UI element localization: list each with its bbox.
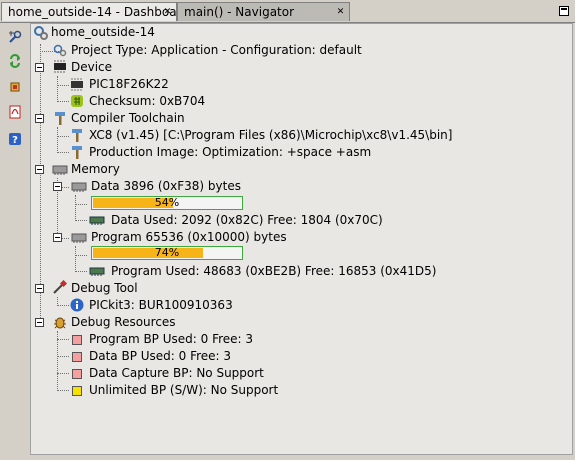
- tab-navigator[interactable]: main() - Navigator ✕: [177, 2, 350, 21]
- pdf-icon[interactable]: [8, 105, 22, 119]
- toolchain-group-label[interactable]: Compiler Toolchain: [71, 110, 185, 127]
- checksum-icon: [69, 93, 85, 109]
- tab-dashboard-label: home_outside-14 - Dashboard: [8, 5, 189, 19]
- project-type-label[interactable]: Project Type: Application - Configuratio…: [71, 42, 362, 59]
- device-chip-icon: [69, 76, 85, 92]
- tree-root-label[interactable]: home_outside-14: [51, 24, 155, 41]
- program-bp-status-icon: [72, 335, 82, 345]
- collapse-debug-resources-toggle[interactable]: [35, 318, 44, 327]
- data-memory-percent: 54%: [154, 196, 180, 209]
- data-used-label[interactable]: Data Used: 2092 (0x82C) Free: 1804 (0x70…: [111, 212, 383, 229]
- close-icon[interactable]: ✕: [163, 8, 172, 17]
- program-memory-usage-bar: 74%: [91, 246, 243, 260]
- dashboard-tree-panel: home_outside-14 Project Type: Applicatio…: [30, 23, 573, 455]
- editor-tab-bar: home_outside-14 - Dashboard ✕ main() - N…: [0, 0, 575, 23]
- settings-icon[interactable]: [8, 30, 22, 44]
- debug-tool-group-label[interactable]: Debug Tool: [71, 280, 138, 297]
- hammer-icon: [52, 110, 68, 126]
- data-memory-label[interactable]: Data 3896 (0xF38) bytes: [91, 178, 241, 195]
- memory-icon: [71, 178, 87, 194]
- memory-icon: [52, 161, 68, 177]
- memory-icon: [71, 229, 87, 245]
- debug-tool-icon: [52, 279, 68, 296]
- data-bp-label[interactable]: Data BP Used: 0 Free: 3: [89, 348, 231, 365]
- info-icon: [69, 297, 85, 313]
- collapse-device-toggle[interactable]: [35, 63, 44, 72]
- collapse-memory-toggle[interactable]: [35, 165, 44, 174]
- data-capture-bp-status-icon: [72, 369, 82, 379]
- program-memory-label[interactable]: Program 65536 (0x10000) bytes: [91, 229, 287, 246]
- collapse-debug-tool-toggle[interactable]: [35, 284, 44, 293]
- collapse-data-memory-toggle[interactable]: [53, 182, 62, 191]
- unlimited-bp-status-icon: [72, 386, 82, 396]
- dashboard-toolbar: ?: [0, 23, 28, 460]
- device-name-label[interactable]: PIC18F26K22: [89, 76, 169, 93]
- unlimited-bp-label[interactable]: Unlimited BP (S/W): No Support: [89, 382, 278, 399]
- chip-icon[interactable]: [8, 80, 22, 94]
- refresh-icon[interactable]: [8, 54, 22, 68]
- svg-text:?: ?: [12, 135, 18, 146]
- tab-navigator-label: main() - Navigator: [184, 5, 295, 19]
- compiler-version-label[interactable]: XC8 (v1.45) [C:\Program Files (x86)\Micr…: [89, 127, 452, 144]
- debug-resources-group-label[interactable]: Debug Resources: [71, 314, 176, 331]
- tab-dashboard[interactable]: home_outside-14 - Dashboard ✕: [1, 2, 189, 21]
- collapse-toolchain-toggle[interactable]: [35, 114, 44, 123]
- memory-group-label[interactable]: Memory: [71, 161, 120, 178]
- project-root-icon: [33, 25, 49, 41]
- data-bp-status-icon: [72, 352, 82, 362]
- bug-icon: [52, 314, 68, 330]
- hammer-icon: [69, 144, 85, 160]
- close-icon[interactable]: ✕: [336, 8, 345, 17]
- collapse-program-memory-toggle[interactable]: [53, 233, 62, 242]
- program-memory-percent: 74%: [154, 246, 180, 259]
- memory-icon: [89, 212, 105, 228]
- project-type-icon: [52, 42, 68, 58]
- hammer-icon: [69, 127, 85, 143]
- program-bp-label[interactable]: Program BP Used: 0 Free: 3: [89, 331, 253, 348]
- help-icon[interactable]: ?: [8, 132, 22, 146]
- data-memory-usage-bar: 54%: [91, 196, 243, 210]
- memory-icon: [89, 263, 105, 279]
- production-image-label[interactable]: Production Image: Optimization: +space +…: [89, 144, 371, 161]
- debug-tool-name-label[interactable]: PICkit3: BUR100910363: [89, 297, 233, 314]
- minimize-window-button[interactable]: [559, 6, 569, 16]
- device-chip-icon: [52, 58, 68, 74]
- program-used-label[interactable]: Program Used: 48683 (0xBE2B) Free: 16853…: [111, 263, 436, 280]
- checksum-label[interactable]: Checksum: 0xB704: [89, 93, 205, 110]
- device-group-label[interactable]: Device: [71, 59, 112, 76]
- data-capture-bp-label[interactable]: Data Capture BP: No Support: [89, 365, 264, 382]
